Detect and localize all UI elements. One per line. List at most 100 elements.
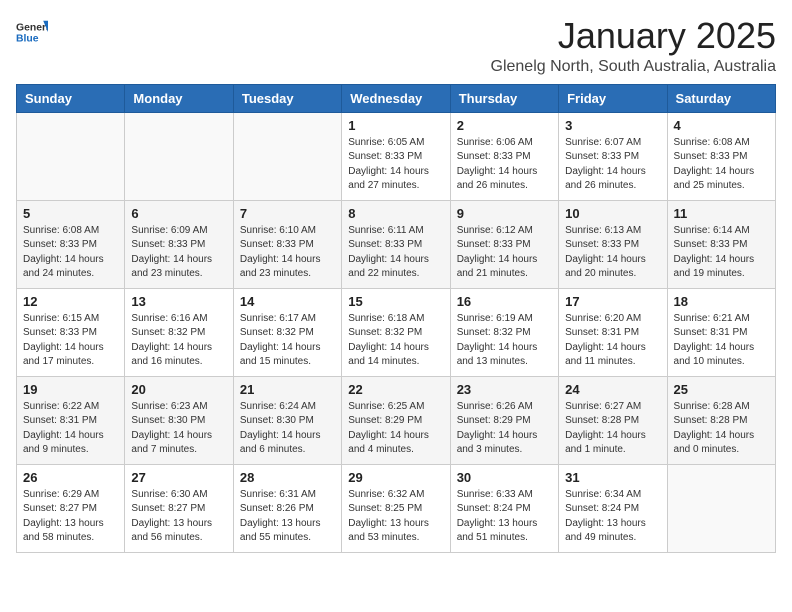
day-number: 27 (131, 470, 226, 485)
calendar-week-row: 12 Sunrise: 6:15 AMSunset: 8:33 PMDayligh… (17, 288, 776, 376)
day-number: 29 (348, 470, 443, 485)
calendar-week-row: 26Sunrise: 6:29 AMSunset: 8:27 PMDayligh… (17, 464, 776, 552)
location-title: Glenelg North, South Australia, Australi… (491, 58, 777, 76)
day-info: Sunrise: 6:23 AMSunset: 8:30 PMDaylight:… (131, 400, 226, 458)
day-info: Sunrise: 6:28 AMSunset: 8:28 PMDaylight:… (674, 400, 769, 458)
calendar-day-cell: 7 Sunrise: 6:10 AMSunset: 8:33 PMDaylight… (233, 200, 341, 288)
day-info: Sunrise: 6:25 AMSunset: 8:29 PMDaylight:… (348, 400, 443, 458)
calendar-day-cell: 22 Sunrise: 6:25 AMSunset: 8:29 PMDayligh… (342, 376, 450, 464)
day-info: Sunrise: 6:11 AMSunset: 8:33 PMDaylight:… (348, 224, 443, 282)
calendar-day-cell: 3 Sunrise: 6:07 AMSunset: 8:33 PMDaylight… (559, 112, 667, 200)
day-info: Sunrise: 6:08 AMSunset: 8:33 PMDaylight:… (23, 224, 118, 282)
calendar-day-cell (667, 464, 775, 552)
calendar-day-cell: 9Sunrise: 6:12 AMSunset: 8:33 PMDaylight… (450, 200, 558, 288)
calendar-day-cell: 12 Sunrise: 6:15 AMSunset: 8:33 PMDayligh… (17, 288, 125, 376)
day-info: Sunrise: 6:27 AMSunset: 8:28 PMDaylight:… (565, 400, 660, 458)
calendar-day-cell: 25 Sunrise: 6:28 AMSunset: 8:28 PMDayligh… (667, 376, 775, 464)
calendar-table: SundayMondayTuesdayWednesdayThursdayFrid… (16, 84, 776, 553)
weekday-header-friday: Friday (559, 84, 667, 112)
title-block: January 2025 Glenelg North, South Austra… (491, 16, 777, 76)
day-number: 3 (565, 118, 660, 133)
day-number: 19 (23, 382, 118, 397)
logo: General Blue (16, 16, 48, 48)
day-info: Sunrise: 6:20 AMSunset: 8:31 PMDaylight:… (565, 312, 660, 370)
day-number: 4 (674, 118, 769, 133)
day-number: 20 (131, 382, 226, 397)
day-info: Sunrise: 6:13 AMSunset: 8:33 PMDaylight:… (565, 224, 660, 282)
calendar-day-cell: 17 Sunrise: 6:20 AMSunset: 8:31 PMDayligh… (559, 288, 667, 376)
month-title: January 2025 (491, 16, 777, 56)
calendar-day-cell: 1 Sunrise: 6:05 AMSunset: 8:33 PMDaylight… (342, 112, 450, 200)
logo-icon: General Blue (16, 16, 48, 48)
day-number: 7 (240, 206, 335, 221)
weekday-header-monday: Monday (125, 84, 233, 112)
day-info: Sunrise: 6:21 AMSunset: 8:31 PMDaylight:… (674, 312, 769, 370)
day-number: 16 (457, 294, 552, 309)
svg-text:General: General (16, 22, 48, 33)
calendar-day-cell (17, 112, 125, 200)
weekday-header-tuesday: Tuesday (233, 84, 341, 112)
calendar-day-cell: 15 Sunrise: 6:18 AMSunset: 8:32 PMDayligh… (342, 288, 450, 376)
weekday-header-row: SundayMondayTuesdayWednesdayThursdayFrid… (17, 84, 776, 112)
day-number: 26 (23, 470, 118, 485)
weekday-header-saturday: Saturday (667, 84, 775, 112)
page-header: General Blue January 2025 Glenelg North,… (16, 16, 776, 76)
day-number: 12 (23, 294, 118, 309)
weekday-header-thursday: Thursday (450, 84, 558, 112)
calendar-day-cell (233, 112, 341, 200)
day-info: Sunrise: 6:06 AMSunset: 8:33 PMDaylight:… (457, 136, 552, 194)
day-number: 1 (348, 118, 443, 133)
day-info: Sunrise: 6:12 AMSunset: 8:33 PMDaylight:… (457, 224, 552, 282)
calendar-day-cell: 2 Sunrise: 6:06 AMSunset: 8:33 PMDaylight… (450, 112, 558, 200)
day-info: Sunrise: 6:14 AMSunset: 8:33 PMDaylight:… (674, 224, 769, 282)
calendar-week-row: 19Sunrise: 6:22 AMSunset: 8:31 PMDayligh… (17, 376, 776, 464)
day-number: 5 (23, 206, 118, 221)
calendar-day-cell: 19Sunrise: 6:22 AMSunset: 8:31 PMDayligh… (17, 376, 125, 464)
day-number: 13 (131, 294, 226, 309)
day-info: Sunrise: 6:10 AMSunset: 8:33 PMDaylight:… (240, 224, 335, 282)
calendar-day-cell: 28 Sunrise: 6:31 AMSunset: 8:26 PMDayligh… (233, 464, 341, 552)
day-info: Sunrise: 6:08 AMSunset: 8:33 PMDaylight:… (674, 136, 769, 194)
day-number: 30 (457, 470, 552, 485)
day-number: 14 (240, 294, 335, 309)
calendar-day-cell: 10 Sunrise: 6:13 AMSunset: 8:33 PMDayligh… (559, 200, 667, 288)
calendar-day-cell: 20 Sunrise: 6:23 AMSunset: 8:30 PMDayligh… (125, 376, 233, 464)
calendar-day-cell: 26Sunrise: 6:29 AMSunset: 8:27 PMDayligh… (17, 464, 125, 552)
calendar-day-cell: 11 Sunrise: 6:14 AMSunset: 8:33 PMDayligh… (667, 200, 775, 288)
weekday-header-wednesday: Wednesday (342, 84, 450, 112)
day-number: 31 (565, 470, 660, 485)
day-info: Sunrise: 6:19 AMSunset: 8:32 PMDaylight:… (457, 312, 552, 370)
calendar-day-cell (125, 112, 233, 200)
svg-text:Blue: Blue (16, 34, 39, 45)
day-number: 22 (348, 382, 443, 397)
calendar-day-cell: 24Sunrise: 6:27 AMSunset: 8:28 PMDayligh… (559, 376, 667, 464)
day-info: Sunrise: 6:05 AMSunset: 8:33 PMDaylight:… (348, 136, 443, 194)
calendar-day-cell: 30 Sunrise: 6:33 AMSunset: 8:24 PMDayligh… (450, 464, 558, 552)
day-info: Sunrise: 6:07 AMSunset: 8:33 PMDaylight:… (565, 136, 660, 194)
day-number: 17 (565, 294, 660, 309)
day-number: 10 (565, 206, 660, 221)
day-info: Sunrise: 6:15 AMSunset: 8:33 PMDaylight:… (23, 312, 118, 370)
day-number: 11 (674, 206, 769, 221)
calendar-day-cell: 23Sunrise: 6:26 AMSunset: 8:29 PMDayligh… (450, 376, 558, 464)
day-number: 15 (348, 294, 443, 309)
calendar-day-cell: 14Sunrise: 6:17 AMSunset: 8:32 PMDayligh… (233, 288, 341, 376)
day-number: 2 (457, 118, 552, 133)
day-info: Sunrise: 6:31 AMSunset: 8:26 PMDaylight:… (240, 488, 335, 546)
day-number: 8 (348, 206, 443, 221)
calendar-week-row: 5 Sunrise: 6:08 AMSunset: 8:33 PMDaylight… (17, 200, 776, 288)
day-info: Sunrise: 6:18 AMSunset: 8:32 PMDaylight:… (348, 312, 443, 370)
calendar-day-cell: 27Sunrise: 6:30 AMSunset: 8:27 PMDayligh… (125, 464, 233, 552)
day-info: Sunrise: 6:09 AMSunset: 8:33 PMDaylight:… (131, 224, 226, 282)
day-number: 25 (674, 382, 769, 397)
calendar-day-cell: 4 Sunrise: 6:08 AMSunset: 8:33 PMDaylight… (667, 112, 775, 200)
day-number: 18 (674, 294, 769, 309)
day-info: Sunrise: 6:32 AMSunset: 8:25 PMDaylight:… (348, 488, 443, 546)
calendar-day-cell: 21Sunrise: 6:24 AMSunset: 8:30 PMDayligh… (233, 376, 341, 464)
day-info: Sunrise: 6:33 AMSunset: 8:24 PMDaylight:… (457, 488, 552, 546)
calendar-day-cell: 29 Sunrise: 6:32 AMSunset: 8:25 PMDayligh… (342, 464, 450, 552)
day-number: 28 (240, 470, 335, 485)
day-info: Sunrise: 6:24 AMSunset: 8:30 PMDaylight:… (240, 400, 335, 458)
calendar-day-cell: 8 Sunrise: 6:11 AMSunset: 8:33 PMDaylight… (342, 200, 450, 288)
calendar-week-row: 1 Sunrise: 6:05 AMSunset: 8:33 PMDaylight… (17, 112, 776, 200)
